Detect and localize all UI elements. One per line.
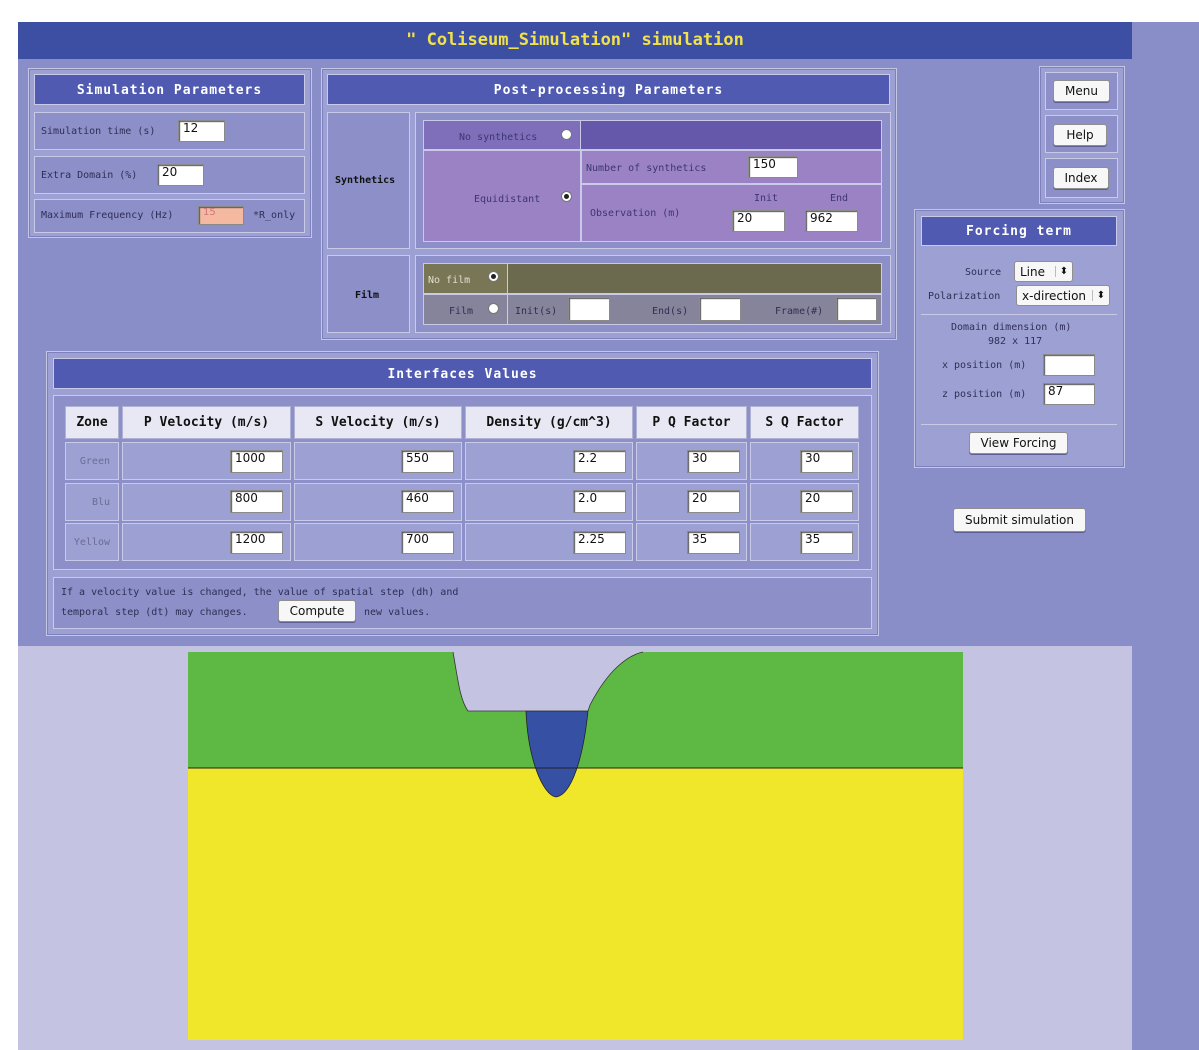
green-p-velocity-input[interactable]: 1000 <box>230 450 283 473</box>
zone-cell-green: Green <box>65 442 119 480</box>
yellow-s-velocity-input[interactable]: 700 <box>401 531 454 554</box>
film-init-input[interactable] <box>568 297 610 321</box>
col-density: Density (g/cm^3) <box>465 406 633 439</box>
interfaces-note-line2a: temporal step (dt) may changes. <box>61 607 248 618</box>
compute-button[interactable]: Compute <box>278 600 356 622</box>
polarization-label: Polarization <box>928 291 1001 302</box>
blu-p-q-input[interactable]: 20 <box>687 490 740 513</box>
forcing-term-header: Forcing term <box>921 216 1117 246</box>
blu-s-q-input[interactable]: 20 <box>800 490 853 513</box>
yellow-s-q-input[interactable]: 35 <box>800 531 853 554</box>
yellow-p-q-input[interactable]: 35 <box>687 531 740 554</box>
simulation-parameters-header: Simulation Parameters <box>34 74 305 105</box>
domain-dimension-label: Domain dimension (m) <box>951 322 1072 333</box>
blu-s-velocity-input[interactable]: 460 <box>401 490 454 513</box>
col-zone: Zone <box>65 406 119 439</box>
film-frame-input[interactable] <box>836 297 877 321</box>
forcing-divider <box>921 314 1117 315</box>
blu-p-velocity-input[interactable]: 800 <box>230 490 283 513</box>
x-position-label: x position (m) <box>942 360 1027 371</box>
domain-model-image <box>188 651 963 1040</box>
zone-label: Blu <box>91 496 110 508</box>
menu-button[interactable]: Menu <box>1053 80 1110 102</box>
max-frequency-label: Maximum Frequency (Hz) <box>41 210 174 221</box>
interfaces-header: Interfaces Values <box>53 358 872 389</box>
green-density-input[interactable]: 2.2 <box>573 450 626 473</box>
green-s-velocity-input[interactable]: 550 <box>401 450 454 473</box>
yellow-layer <box>188 768 963 1040</box>
no-film-label: No film <box>428 275 471 286</box>
observation-end-label: End <box>830 193 849 204</box>
observation-end-input[interactable]: 962 <box>805 210 858 232</box>
source-label: Source <box>965 267 1002 278</box>
sim-time-input[interactable]: 12 <box>178 120 225 142</box>
equidistant-label: Equidistant <box>474 194 541 205</box>
film-label: Film <box>355 290 380 301</box>
extra-domain-input[interactable]: 20 <box>157 164 204 186</box>
blu-density-input[interactable]: 2.0 <box>573 490 626 513</box>
source-select[interactable]: Line ⬍ <box>1014 261 1073 282</box>
no-synthetics-radio[interactable] <box>561 129 572 140</box>
polarization-select[interactable]: x-direction ⬍ <box>1016 285 1110 306</box>
green-p-q-input[interactable]: 30 <box>687 450 740 473</box>
max-frequency-note: *R_only <box>253 210 296 221</box>
film-end-input[interactable] <box>699 297 741 321</box>
chevron-updown-icon: ⬍ <box>1092 290 1109 301</box>
zone-cell-yellow: Yellow <box>65 523 119 561</box>
z-position-label: z position (m) <box>942 389 1027 400</box>
film-end-label: End(s) <box>652 306 689 317</box>
num-synthetics-input[interactable]: 150 <box>748 156 798 178</box>
no-synthetics-label: No synthetics <box>459 132 538 143</box>
film-init-label: Init(s) <box>515 306 558 317</box>
polarization-select-value: x-direction <box>1022 288 1087 303</box>
post-processing-header: Post-processing Parameters <box>327 74 890 105</box>
zone-label: Yellow <box>73 536 110 548</box>
page-title: " Coliseum_Simulation" simulation <box>18 22 1132 59</box>
zone-cell-blu: Blu <box>65 483 119 521</box>
zone-label: Green <box>79 455 110 467</box>
interfaces-note-line2b: new values. <box>364 607 431 618</box>
yellow-density-input[interactable]: 2.25 <box>573 531 626 554</box>
film-frame-label: Frame(#) <box>775 306 824 317</box>
interfaces-note-line1: If a velocity value is changed, the valu… <box>61 587 459 598</box>
yellow-p-velocity-input[interactable]: 1200 <box>230 531 283 554</box>
domain-dimension-value: 982 x 117 <box>988 336 1043 347</box>
equidistant-radio[interactable] <box>561 191 572 202</box>
film-radio[interactable] <box>488 303 499 314</box>
x-position-input[interactable] <box>1043 354 1095 376</box>
num-synthetics-label: Number of synthetics <box>586 163 707 174</box>
col-p-q-factor: P Q Factor <box>636 406 747 439</box>
forcing-divider-2 <box>921 424 1117 425</box>
observation-init-input[interactable]: 20 <box>732 210 785 232</box>
sim-time-label: Simulation time (s) <box>41 126 156 137</box>
col-s-q-factor: S Q Factor <box>750 406 859 439</box>
observation-init-label: Init <box>754 193 779 204</box>
view-forcing-button[interactable]: View Forcing <box>969 432 1068 454</box>
submit-simulation-button[interactable]: Submit simulation <box>953 508 1086 532</box>
extra-domain-label: Extra Domain (%) <box>41 170 138 181</box>
col-s-velocity: S Velocity (m/s) <box>294 406 462 439</box>
max-frequency-input: 15 <box>198 206 244 225</box>
observation-label: Observation (m) <box>590 208 681 219</box>
interfaces-note-cell <box>53 577 872 629</box>
synthetics-label: Synthetics <box>335 175 396 186</box>
index-button[interactable]: Index <box>1053 167 1109 189</box>
chevron-updown-icon: ⬍ <box>1055 266 1072 277</box>
z-position-input[interactable]: 87 <box>1043 383 1095 405</box>
no-film-radio[interactable] <box>488 271 499 282</box>
film-option-label: Film <box>449 306 474 317</box>
source-select-value: Line <box>1020 264 1046 279</box>
help-button[interactable]: Help <box>1053 124 1107 146</box>
green-s-q-input[interactable]: 30 <box>800 450 853 473</box>
col-p-velocity: P Velocity (m/s) <box>122 406 291 439</box>
